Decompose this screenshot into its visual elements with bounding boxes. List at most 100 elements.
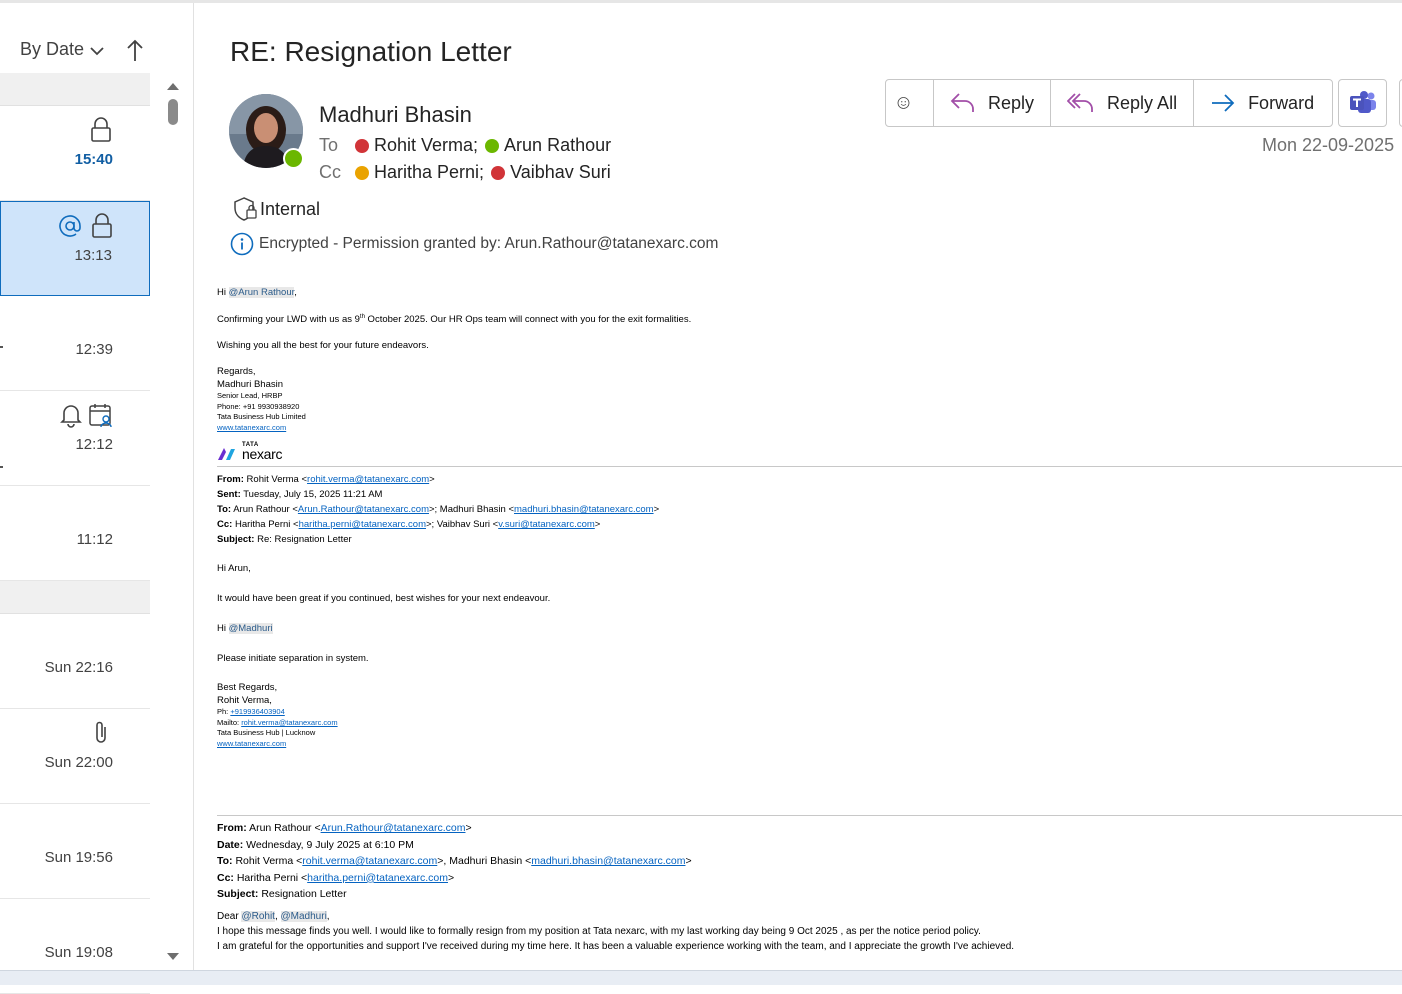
teams-chat-button[interactable]	[1338, 79, 1387, 127]
list-item[interactable]: Sun 22:00	[0, 709, 150, 804]
email-link[interactable]: madhuri.bhasin@tatanexarc.com	[531, 855, 685, 867]
nexarc-logo-mark	[218, 448, 235, 461]
react-button[interactable]	[886, 80, 934, 126]
signature-website-link[interactable]: www.tatanexarc.com	[217, 423, 1402, 434]
quoted-dear-line: Dear @Rohit, @Madhuri,	[217, 910, 330, 922]
quoted-header: From: Arun Rathour <Arun.Rathour@tatanex…	[217, 822, 692, 901]
scroll-up-arrow-icon[interactable]	[166, 81, 180, 91]
email-link[interactable]: Arun.Rathour@tatanexarc.com	[298, 504, 429, 515]
email-link[interactable]: rohit.verma@tatanexarc.com	[302, 855, 437, 867]
attachment-paperclip-icon	[96, 721, 106, 743]
group-header[interactable]	[0, 581, 150, 614]
list-item[interactable]: 12:39	[0, 296, 150, 391]
meeting-calendar-icon	[89, 404, 112, 428]
quoted-paragraph: It would have been great if you continue…	[217, 593, 551, 605]
email-link[interactable]: v.suri@tatanexarc.com	[498, 519, 595, 530]
list-item[interactable]: 12:12	[0, 391, 150, 486]
to-recipients: To Rohit Verma; Arun Rathour	[319, 135, 611, 156]
to-name: Arun Rathour <	[231, 504, 298, 516]
encryption-text: Encrypted - Permission granted by: Arun.…	[259, 235, 719, 252]
list-item[interactable]: Sun 22:16	[0, 614, 150, 709]
to-label: To:	[217, 504, 232, 516]
truncated-text-fragment	[0, 346, 3, 348]
email-link[interactable]: Arun.Rathour@tatanexarc.com	[321, 822, 466, 834]
reply-all-arrow-icon	[1067, 93, 1093, 112]
p1-text: Confirming your LWD with us as 9	[217, 314, 360, 326]
email-link[interactable]: rohit.verma@tatanexarc.com	[307, 474, 429, 485]
list-item[interactable]: Sun 19:56	[0, 804, 150, 899]
forward-label: Forward	[1248, 92, 1315, 113]
from-label: From:	[217, 474, 244, 486]
from-name: Arun Rathour <	[246, 822, 321, 835]
quoted-signature-website-link[interactable]: www.tatanexarc.com	[217, 739, 1402, 750]
mention-arun-rathour[interactable]: @Arun Rathour	[228, 287, 295, 298]
greeting-text: Hi	[217, 287, 229, 298]
tata-nexarc-logo: TATA nexarc	[217, 441, 1402, 461]
logo-wordmark: TATA nexarc	[242, 442, 283, 461]
mention-madhuri[interactable]: @Madhuri	[228, 623, 273, 635]
presence-available-icon	[485, 138, 500, 153]
p1-text-rest: October 2025. Our HR Ops team will conne…	[364, 314, 692, 326]
message-time: Sun 19:56	[44, 849, 113, 866]
phone-label: Ph:	[217, 707, 231, 717]
recipient-arun-rathour[interactable]: Arun Rathour	[504, 135, 611, 156]
quoted-best-regards: Best Regards,	[217, 682, 278, 694]
message-time: Sun 22:16	[44, 659, 113, 676]
email-link[interactable]: rohit.verma@tatanexarc.com	[241, 718, 337, 727]
received-date: Mon 22-09-2025	[1262, 135, 1395, 155]
quoted-signature-mail: Mailto: rohit.verma@tatanexarc.com	[217, 718, 1402, 729]
cc-name: >; Vaibhav Suri <	[426, 519, 499, 531]
shield-lock-icon	[234, 197, 257, 221]
phone-link[interactable]: +919936403904	[230, 707, 284, 716]
message-actions: Reply Reply All Forward	[885, 79, 1334, 127]
email-link[interactable]: madhuri.bhasin@tatanexarc.com	[514, 504, 654, 515]
scroll-down-arrow-icon[interactable]	[166, 952, 180, 962]
mention-madhuri[interactable]: @Madhuri	[280, 910, 327, 922]
recipient-haritha-perni[interactable]: Haritha Perni;	[374, 162, 484, 183]
recipient-vaibhav-suri[interactable]: Vaibhav Suri	[510, 162, 611, 183]
list-item[interactable]: 15:40	[0, 106, 150, 201]
cc-name: Haritha Perni <	[232, 519, 299, 531]
message-list-scrollbar[interactable]	[160, 75, 186, 968]
cc-label: Cc:	[217, 519, 233, 531]
email-link[interactable]: haritha.perni@tatanexarc.com	[299, 519, 426, 530]
sensitivity-label[interactable]: Internal	[232, 196, 320, 222]
recipient-rohit-verma[interactable]: Rohit Verma;	[374, 135, 478, 156]
quoted-paragraph: I hope this message finds you well. I wo…	[217, 925, 981, 937]
mention-icon	[59, 215, 81, 237]
from-label: From:	[217, 822, 247, 835]
forward-button[interactable]: Forward	[1194, 80, 1332, 126]
reply-button[interactable]: Reply	[934, 80, 1052, 126]
cc-label: Cc:	[217, 871, 234, 884]
body-greeting: Hi @Arun Rathour,	[217, 286, 1402, 299]
hi-text: Hi	[217, 623, 229, 635]
reply-all-button[interactable]: Reply All	[1051, 80, 1195, 126]
sender-presence-available	[283, 148, 304, 169]
reply-arrow-icon	[950, 93, 974, 112]
mention-rohit[interactable]: @Rohit	[241, 910, 275, 922]
list-item[interactable]: 11:12	[0, 486, 150, 581]
message-time: Sun 22:00	[44, 754, 113, 771]
sort-by-date-dropdown[interactable]: By Date	[20, 39, 84, 60]
cc-label: Cc	[319, 162, 341, 182]
sort-ascending-arrow-icon[interactable]	[125, 37, 145, 63]
quoted-signature-company: Tata Business Hub | Lucknow	[217, 728, 316, 738]
group-header[interactable]	[0, 73, 150, 106]
sort-bar: By Date	[0, 3, 160, 73]
chevron-down-icon[interactable]	[88, 39, 106, 61]
quoted-greeting: Hi Arun,	[217, 563, 251, 575]
scrollbar-thumb[interactable]	[168, 99, 178, 125]
list-item-selected[interactable]: 13:13	[0, 201, 150, 296]
sender-name[interactable]: Madhuri Bhasin	[319, 102, 472, 128]
to-name: >, Madhuri Bhasin <	[437, 855, 532, 868]
teams-icon	[1349, 91, 1376, 113]
cc-name: Haritha Perni <	[233, 871, 308, 884]
email-link[interactable]: haritha.perni@tatanexarc.com	[307, 872, 448, 884]
body-paragraph: Confirming your LWD with us as 9th Octob…	[217, 311, 1402, 326]
presence-busy-icon	[491, 165, 506, 180]
reminder-bell-icon	[60, 405, 82, 428]
to-name: >; Madhuri Bhasin <	[428, 504, 515, 516]
greeting-suffix: ,	[294, 287, 297, 298]
reply-label: Reply	[988, 92, 1035, 113]
message-time: 15:40	[74, 151, 113, 168]
